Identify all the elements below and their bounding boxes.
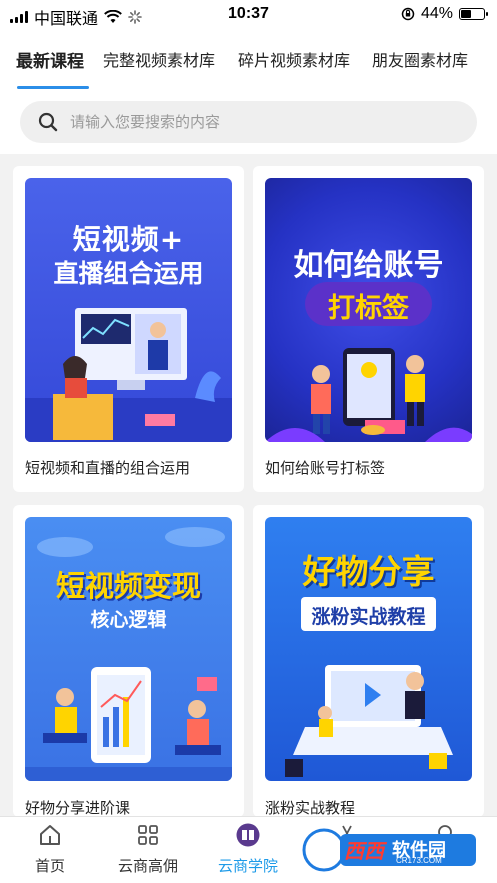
course-card[interactable]: 短视频+ 直播组合运用 短视频和直播的组合运用 <box>13 166 244 492</box>
course-title[interactable]: 如何给账号打标签 <box>265 457 385 478</box>
poster-subheadline: 涨粉实战教程 <box>311 606 426 628</box>
tab-latest-courses[interactable]: 最新课程 <box>16 47 84 72</box>
course-card[interactable]: 短视频变现 核心逻辑 好物分享进阶课 <box>13 505 244 817</box>
search-icon <box>38 112 58 132</box>
battery-icon <box>459 8 488 20</box>
poster-illustration <box>265 348 472 442</box>
course-title[interactable]: 涨粉实战教程 <box>265 797 355 817</box>
course-title[interactable]: 短视频和直播的组合运用 <box>25 457 190 478</box>
battery-percent: 44% <box>420 5 453 22</box>
course-thumbnail[interactable]: 短视频+ 直播组合运用 <box>25 178 232 442</box>
watermark-domain: CR173.COM <box>396 856 442 865</box>
poster-illustration <box>25 667 232 781</box>
course-thumbnail[interactable]: 好物分享 涨粉实战教程 <box>265 517 472 781</box>
watermark-logo: 西西 软件园 CR173.COM <box>300 826 480 874</box>
category-tabs: 最新课程 完整视频素材库 碎片视频素材库 朋友圈素材库 <box>0 30 497 90</box>
poster-headline: 好物分享 <box>302 552 435 591</box>
poster-illustration <box>285 665 453 777</box>
orientation-lock-icon <box>401 7 415 21</box>
course-title[interactable]: 好物分享进阶课 <box>25 797 130 817</box>
tab-clip-video-library[interactable]: 碎片视频素材库 <box>238 47 350 71</box>
course-thumbnail[interactable]: 短视频变现 核心逻辑 <box>25 517 232 781</box>
course-card[interactable]: 好物分享 涨粉实战教程 涨粉实战教程 <box>253 505 484 817</box>
watermark-brand: 西西 <box>344 839 384 863</box>
active-tab-indicator <box>17 86 89 89</box>
course-thumbnail[interactable]: 如何给账号 打标签 <box>265 178 472 442</box>
nav-high-commission[interactable]: 云商高佣 <box>103 817 193 883</box>
poster-subheadline: 直播组合运用 <box>53 259 204 288</box>
tab-full-video-library[interactable]: 完整视频素材库 <box>103 47 215 71</box>
grid-icon <box>138 825 158 845</box>
academy-icon <box>236 823 260 847</box>
status-right: 44% <box>401 5 488 23</box>
poster-headline: 短视频变现 <box>55 569 201 603</box>
home-icon <box>40 825 60 845</box>
poster-headline: 如何给账号 <box>293 248 444 283</box>
search-bar-container <box>0 90 497 154</box>
watermark-graphic <box>302 828 476 872</box>
poster-subheadline: 打标签 <box>328 293 409 324</box>
nav-academy-label: 云商学院 <box>217 857 278 875</box>
poster-illustration <box>25 308 232 442</box>
poster-subheadline: 核心逻辑 <box>90 609 167 631</box>
nav-home-label: 首页 <box>34 857 65 875</box>
poster-headline: 短视频+ <box>72 223 185 256</box>
search-input[interactable] <box>70 113 430 131</box>
course-card[interactable]: 如何给账号 打标签 如何给账号打标签 <box>253 166 484 492</box>
tab-moments-library[interactable]: 朋友圈素材库 <box>372 47 468 71</box>
status-bar: 中国联通 10:37 44% <box>0 0 497 30</box>
nav-academy[interactable]: 云商学院 <box>203 817 293 883</box>
nav-high-commission-label: 云商高佣 <box>117 857 178 875</box>
nav-home[interactable]: 首页 <box>5 817 95 883</box>
search-bar[interactable] <box>20 101 477 143</box>
